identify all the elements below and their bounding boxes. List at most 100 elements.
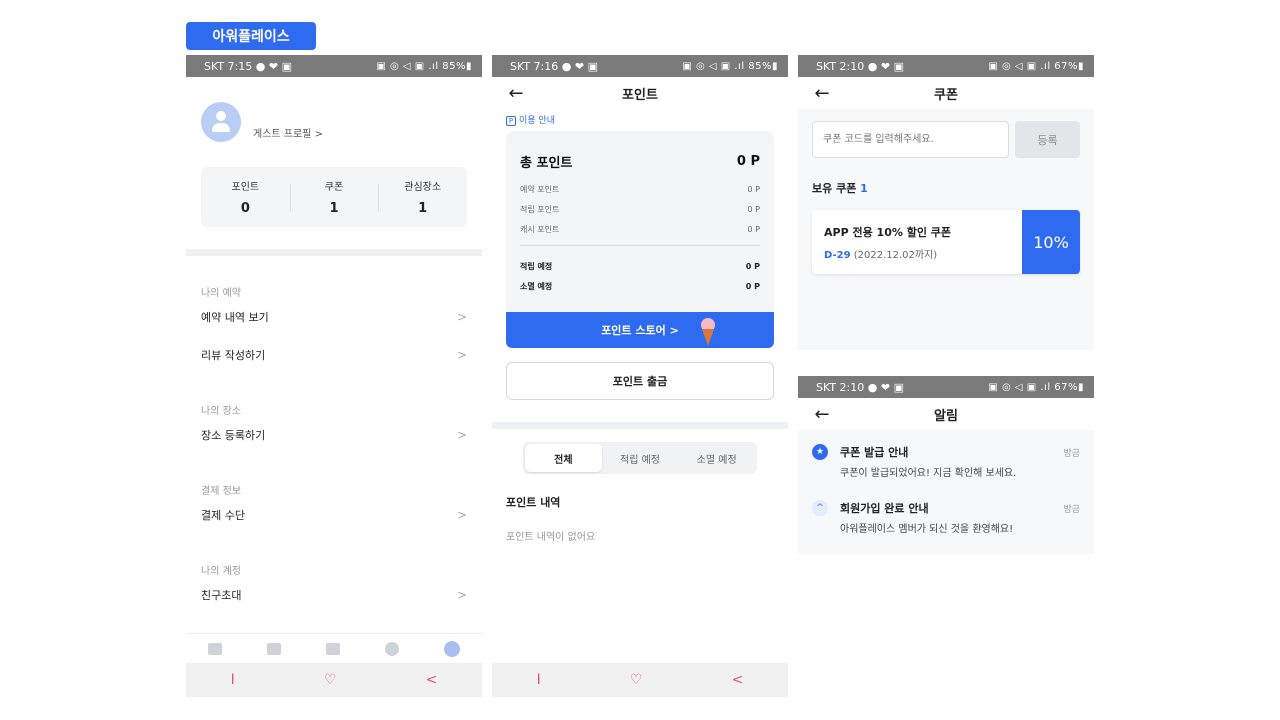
points-row: 적립 포인트 0 P <box>520 199 760 219</box>
guide-label: 이용 안내 <box>519 116 555 126</box>
status-bar: SKT 7:16 ● ❤ ▣ ▣ ◎ ◁ ▣ .ıl 85%▮ <box>492 55 788 77</box>
row-value: 0 P <box>745 261 760 271</box>
play-icon[interactable] <box>267 642 282 655</box>
point-store-button[interactable]: 포인트 스토어 > <box>506 312 774 348</box>
star-icon: ★ <box>812 444 828 460</box>
back-icon[interactable]: < <box>732 672 744 688</box>
system-nav-bar: I ♡ < <box>186 663 482 697</box>
menu-item-reservations[interactable]: 예약 내역 보기 > <box>201 298 467 336</box>
stat-label: 관심장소 <box>404 182 442 193</box>
coupon-body: 등록 보유 쿠폰 1 APP 전용 10% 할인 쿠폰 D-29 (2022.1… <box>798 109 1094 350</box>
menu-label: 장소 등록하기 <box>201 429 266 442</box>
points-row: 캐시 포인트 0 P <box>520 219 760 239</box>
tab-earn-scheduled[interactable]: 적립 예정 <box>602 444 679 472</box>
menu-item-invite-friends[interactable]: 친구초대 > <box>201 576 467 614</box>
home-icon[interactable] <box>208 642 223 655</box>
coupon-date: (2022.12.02까지) <box>850 250 938 261</box>
point-icon: P <box>506 116 516 126</box>
chevron-right-icon: > <box>456 588 467 602</box>
row-label: 적립 포인트 <box>520 204 560 214</box>
register-button[interactable]: 등록 <box>1015 121 1080 158</box>
status-right: ▣ ◎ ◁ ▣ .ıl 67%▮ <box>988 381 1084 393</box>
back-arrow-icon[interactable]: ← <box>810 81 834 105</box>
history-title: 포인트 내역 <box>506 496 561 509</box>
points-screen: SKT 7:16 ● ❤ ▣ ▣ ◎ ◁ ▣ .ıl 85%▮ ← 포인트 P이… <box>492 55 788 697</box>
chat-icon[interactable] <box>384 641 399 656</box>
points-summary-card: 총 포인트 0 P 예약 포인트 0 P 적립 포인트 0 P 캐시 포인트 0… <box>506 131 774 312</box>
chevron-right-icon: > <box>456 310 467 324</box>
recent-apps-icon[interactable]: I <box>231 672 235 688</box>
notification-time: 방금 <box>1063 449 1080 459</box>
menu-item-register-place[interactable]: 장소 등록하기 > <box>201 416 467 454</box>
status-right: ▣ ◎ ◁ ▣ .ıl 85%▮ <box>376 60 472 72</box>
section-title: 나의 예약 <box>201 288 241 299</box>
status-left: SKT 7:15 ● ❤ ▣ <box>204 59 292 73</box>
coupon-code-input[interactable] <box>812 121 1009 158</box>
ice-cream-icon <box>701 318 715 346</box>
back-arrow-icon[interactable]: ← <box>504 81 528 105</box>
profile-icon[interactable] <box>443 640 460 657</box>
menu-label: 예약 내역 보기 <box>201 311 269 324</box>
notification-title: 쿠폰 발급 안내 <box>840 446 909 459</box>
back-arrow-icon[interactable]: ← <box>810 402 834 426</box>
page-title: 포인트 <box>622 87 658 103</box>
stats-box: 포인트 0 쿠폰 1 관심장소 1 <box>201 167 467 227</box>
section-divider <box>492 422 788 429</box>
coupon-code-row: 등록 <box>812 121 1080 158</box>
status-right: ▣ ◎ ◁ ▣ .ıl 85%▮ <box>682 60 778 72</box>
tab-all[interactable]: 전체 <box>525 444 602 472</box>
chevron-right-icon: > <box>456 428 467 442</box>
section-title: 나의 계정 <box>201 566 241 577</box>
status-left: SKT 7:16 ● ❤ ▣ <box>510 59 598 73</box>
coupon-name: APP 전용 10% 할인 쿠폰 <box>824 226 952 239</box>
notification-desc: 쿠폰이 발급되었어요! 지금 확인해 보세요. <box>840 468 1017 479</box>
menu-item-payment-method[interactable]: 결제 수단 > <box>201 496 467 534</box>
page-title: 알림 <box>934 408 958 424</box>
back-icon[interactable]: < <box>426 672 438 688</box>
row-value: 0 P <box>747 204 760 214</box>
home-heart-icon[interactable]: ♡ <box>324 672 337 688</box>
usage-guide-link[interactable]: P 이용 안내 <box>492 109 788 127</box>
status-left: SKT 2:10 ● ❤ ▣ <box>816 59 904 73</box>
point-withdraw-button[interactable]: 포인트 출금 <box>506 362 774 400</box>
stat-points[interactable]: 포인트 0 <box>201 178 290 216</box>
home-heart-icon[interactable]: ♡ <box>630 672 643 688</box>
status-left: SKT 2:10 ● ❤ ▣ <box>816 380 904 394</box>
mypage-screen: SKT 7:15 ● ❤ ▣ ▣ ◎ ◁ ▣ .ıl 85%▮ 게스트 프로필 … <box>186 55 482 697</box>
coupon-card[interactable]: APP 전용 10% 할인 쿠폰 D-29 (2022.12.02까지) 10% <box>812 210 1080 274</box>
page-header: ← 알림 <box>798 398 1094 430</box>
menu-item-write-review[interactable]: 리뷰 작성하기 > <box>201 336 467 374</box>
notification-item[interactable]: ★ 쿠폰 발급 안내 쿠폰이 발급되었어요! 지금 확인해 보세요. 방금 <box>812 438 1080 494</box>
menu-label: 결제 수단 <box>201 509 245 522</box>
notification-title: 회원가입 완료 안내 <box>840 502 929 515</box>
chevron-up-icon: ^ <box>812 500 828 516</box>
profile-link[interactable]: 게스트 프로필 > <box>186 77 482 161</box>
owned-label: 보유 쿠폰 <box>812 182 857 195</box>
status-bar: SKT 2:10 ● ❤ ▣ ▣ ◎ ◁ ▣ .ıl 67%▮ <box>798 55 1094 77</box>
coupon-info: APP 전용 10% 할인 쿠폰 D-29 (2022.12.02까지) <box>812 210 1022 274</box>
row-label: 소멸 예정 <box>520 281 553 291</box>
row-value: 0 P <box>747 184 760 194</box>
chevron-right-icon: > <box>456 508 467 522</box>
status-bar: SKT 7:15 ● ❤ ▣ ▣ ◎ ◁ ▣ .ıl 85%▮ <box>186 55 482 77</box>
page-header: ← 쿠폰 <box>798 77 1094 109</box>
row-value: 0 P <box>747 224 760 234</box>
owned-coupons-title: 보유 쿠폰 1 <box>812 180 1080 196</box>
brand-badge: 아워플레이스 <box>186 22 316 50</box>
notification-item[interactable]: ^ 회원가입 완료 안내 아워플레이스 멤버가 되신 것을 환영해요! 방금 <box>812 494 1080 550</box>
stat-coupons[interactable]: 쿠폰 1 <box>289 178 379 216</box>
system-nav-bar: I ♡ < <box>492 663 788 697</box>
points-row: 소멸 예정 0 P <box>520 276 760 296</box>
bottom-tab-bar <box>186 633 482 663</box>
document-icon[interactable] <box>325 642 340 655</box>
tab-expire-scheduled[interactable]: 소멸 예정 <box>678 444 755 472</box>
menu-label: 친구초대 <box>201 589 242 602</box>
stat-favorites[interactable]: 관심장소 1 <box>378 178 467 216</box>
total-label: 총 포인트 <box>520 155 573 171</box>
profile-name: 게스트 프로필 <box>253 128 312 140</box>
row-label: 예약 포인트 <box>520 184 560 194</box>
recent-apps-icon[interactable]: I <box>537 672 541 688</box>
stat-label: 포인트 <box>231 182 260 193</box>
divider <box>520 245 760 246</box>
status-right: ▣ ◎ ◁ ▣ .ıl 67%▮ <box>988 60 1084 72</box>
